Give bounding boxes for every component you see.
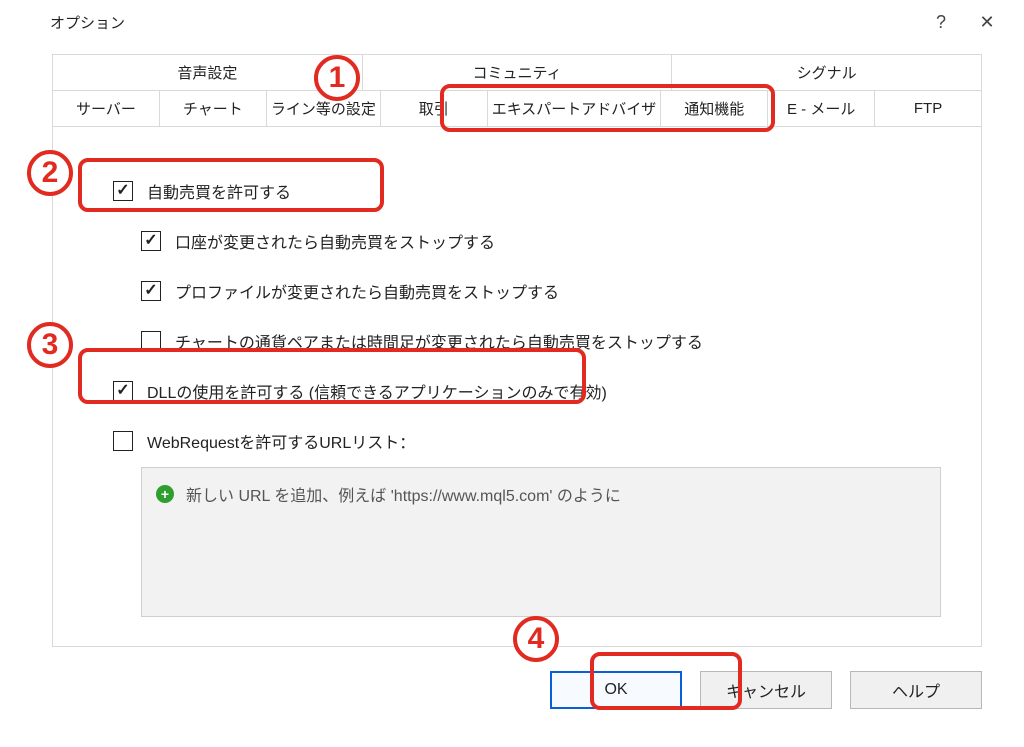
tab-signals[interactable]: シグナル bbox=[672, 55, 981, 90]
cancel-button[interactable]: キャンセル bbox=[700, 671, 832, 709]
plus-icon: + bbox=[156, 485, 174, 503]
tab-community[interactable]: コミュニティ bbox=[363, 55, 673, 90]
close-icon[interactable]: ✕ bbox=[964, 8, 1010, 36]
tab-charts[interactable]: チャート bbox=[160, 91, 267, 126]
checkbox-allow-webrequest[interactable] bbox=[113, 431, 133, 451]
label-stop-on-profile-change: プロファイルが変更されたら自動売買をストップする bbox=[175, 279, 559, 303]
option-stop-on-symbol-tf-change[interactable]: チャートの通貨ペアまたは時間足が変更されたら自動売買をストップする bbox=[141, 329, 951, 353]
tab-notifications[interactable]: 通知機能 bbox=[661, 91, 768, 126]
tabs-row-upper: 音声設定 コミュニティ シグナル bbox=[53, 55, 981, 91]
tab-trade[interactable]: 取引 bbox=[381, 91, 488, 126]
tab-sound-settings[interactable]: 音声設定 bbox=[53, 55, 363, 90]
option-stop-on-profile-change[interactable]: プロファイルが変更されたら自動売買をストップする bbox=[141, 279, 951, 303]
label-allow-auto-trading: 自動売買を許可する bbox=[147, 179, 291, 203]
tab-content: 自動売買を許可する 口座が変更されたら自動売買をストップする プロファイルが変更… bbox=[53, 127, 981, 637]
url-list-box[interactable]: + 新しい URL を追加、例えば 'https://www.mql5.com'… bbox=[141, 467, 941, 617]
option-allow-dll[interactable]: DLLの使用を許可する (信頼できるアプリケーションのみで有効) bbox=[113, 379, 951, 403]
tab-line-settings[interactable]: ライン等の設定 bbox=[267, 91, 381, 126]
option-allow-webrequest[interactable]: WebRequestを許可するURLリスト： bbox=[113, 429, 951, 453]
checkbox-stop-on-account-change[interactable] bbox=[141, 231, 161, 251]
help-button[interactable]: ヘルプ bbox=[850, 671, 982, 709]
label-allow-webrequest: WebRequestを許可するURLリスト： bbox=[147, 429, 415, 453]
url-placeholder: 新しい URL を追加、例えば 'https://www.mql5.com' の… bbox=[186, 482, 621, 506]
checkbox-allow-dll[interactable] bbox=[113, 381, 133, 401]
label-stop-on-account-change: 口座が変更されたら自動売買をストップする bbox=[175, 229, 495, 253]
tab-ftp[interactable]: FTP bbox=[875, 91, 981, 126]
option-allow-auto-trading[interactable]: 自動売買を許可する bbox=[113, 179, 951, 203]
tab-expert-advisors[interactable]: エキスパートアドバイザ bbox=[488, 91, 662, 126]
tab-server[interactable]: サーバー bbox=[53, 91, 160, 126]
label-allow-dll: DLLの使用を許可する (信頼できるアプリケーションのみで有効) bbox=[147, 379, 607, 403]
titlebar: オプション ? ✕ bbox=[0, 0, 1024, 46]
url-add-row[interactable]: + 新しい URL を追加、例えば 'https://www.mql5.com'… bbox=[156, 482, 926, 506]
tabs-row-lower: サーバー チャート ライン等の設定 取引 エキスパートアドバイザ 通知機能 E … bbox=[53, 91, 981, 127]
help-icon[interactable]: ? bbox=[918, 8, 964, 36]
window-title: オプション bbox=[50, 12, 918, 33]
label-stop-on-symbol-tf-change: チャートの通貨ペアまたは時間足が変更されたら自動売買をストップする bbox=[175, 329, 703, 353]
checkbox-stop-on-profile-change[interactable] bbox=[141, 281, 161, 301]
option-stop-on-account-change[interactable]: 口座が変更されたら自動売買をストップする bbox=[141, 229, 951, 253]
dialog-buttons: OK キャンセル ヘルプ bbox=[550, 671, 982, 709]
dialog-frame: 音声設定 コミュニティ シグナル サーバー チャート ライン等の設定 取引 エキ… bbox=[52, 54, 982, 647]
tab-email[interactable]: E - メール bbox=[768, 91, 875, 126]
checkbox-allow-auto-trading[interactable] bbox=[113, 181, 133, 201]
checkbox-stop-on-symbol-tf-change[interactable] bbox=[141, 331, 161, 351]
ok-button[interactable]: OK bbox=[550, 671, 682, 709]
